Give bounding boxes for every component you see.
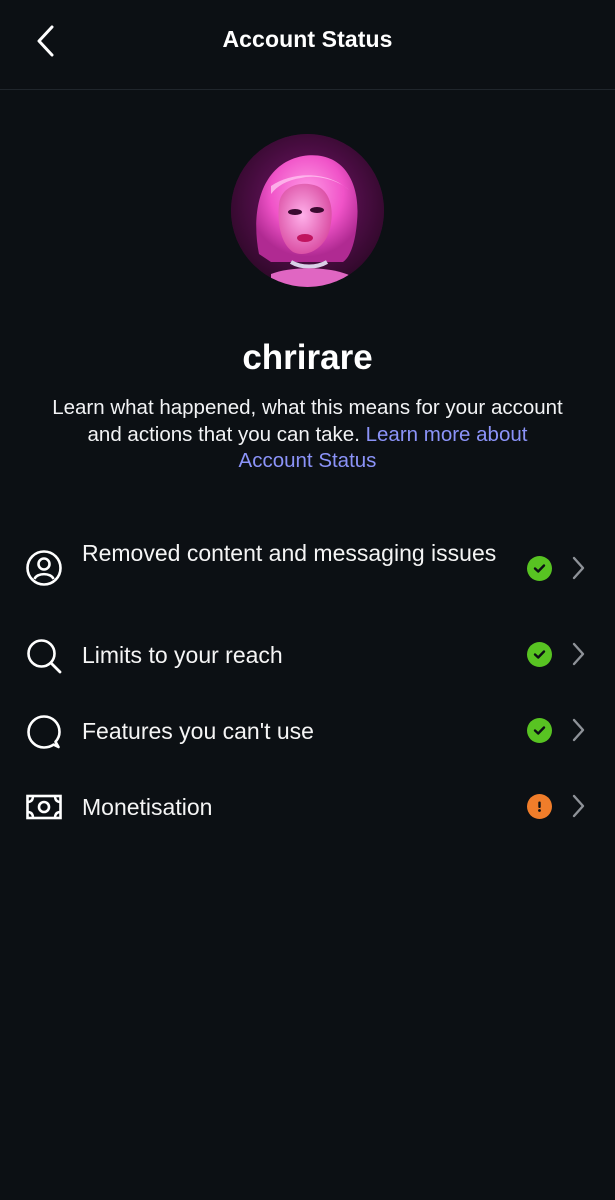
account-status-description: Learn what happened, what this means for… xyxy=(50,395,565,475)
chevron-right-icon xyxy=(568,554,588,582)
chevron-right-icon xyxy=(568,640,588,668)
page-title: Account Status xyxy=(222,26,393,52)
check-status-icon xyxy=(527,642,552,667)
chevron-right-icon xyxy=(568,716,588,744)
list-item-label: Removed content and messaging issues xyxy=(82,540,497,566)
avatar xyxy=(231,134,384,287)
warning-status-icon xyxy=(527,794,552,819)
list-item-label: Limits to your reach xyxy=(82,642,283,668)
chevron-right-icon xyxy=(568,792,588,820)
list-item-label: Features you can't use xyxy=(82,718,314,744)
username: chrirare xyxy=(242,338,373,377)
list-item-monetisation[interactable]: Monetisation xyxy=(0,780,615,836)
speech-bubble-icon xyxy=(24,712,64,752)
search-icon xyxy=(24,636,64,676)
list-item-features[interactable]: Features you can't use xyxy=(0,704,615,760)
check-status-icon xyxy=(527,718,552,743)
profile-photo xyxy=(231,134,384,287)
banknote-icon xyxy=(24,787,64,827)
list-item-label: Monetisation xyxy=(82,794,213,820)
check-status-icon xyxy=(527,556,552,581)
list-item-limits-reach[interactable]: Limits to your reach xyxy=(0,628,615,684)
user-circle-icon xyxy=(24,548,64,588)
top-bar: Account Status xyxy=(0,0,615,90)
list-item-removed-content[interactable]: Removed content and messaging issues xyxy=(0,530,615,608)
